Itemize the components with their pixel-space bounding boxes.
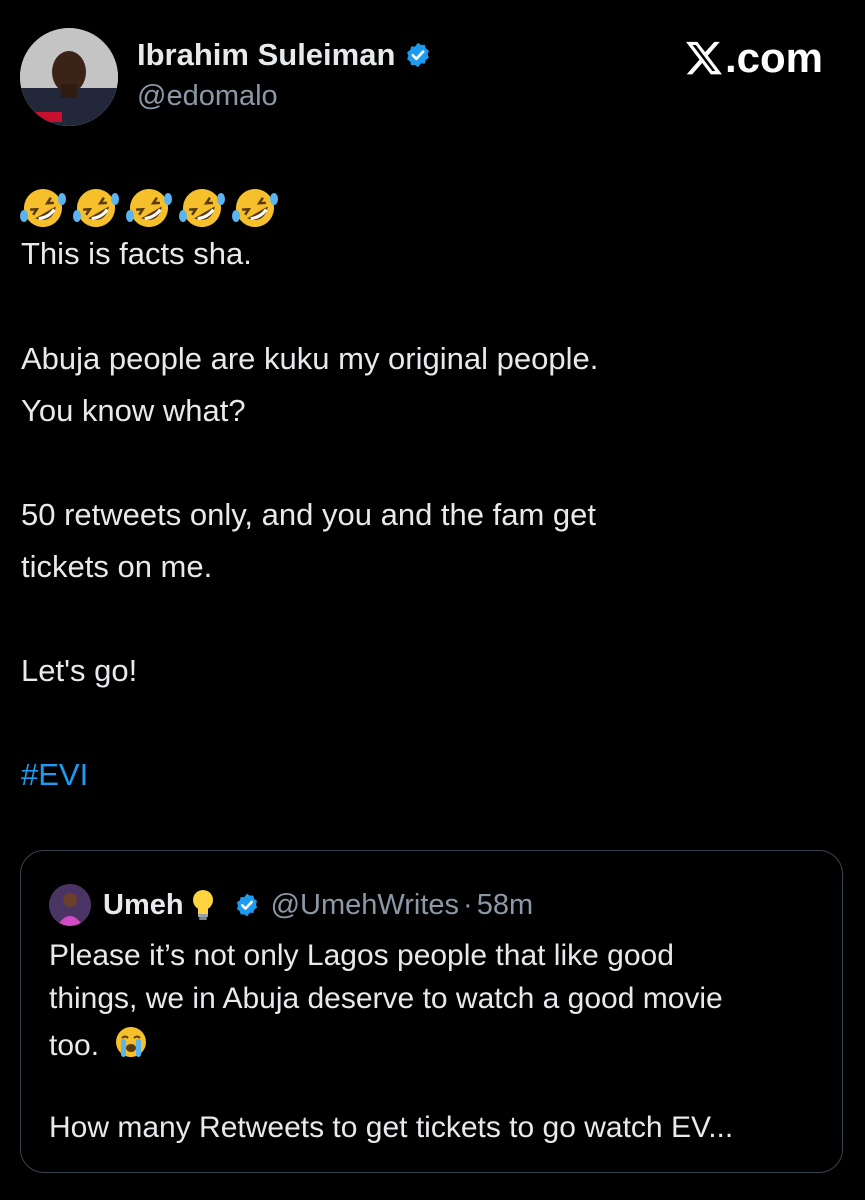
verified-badge-icon	[407, 42, 430, 68]
brand-label: .com	[724, 34, 823, 81]
author-name[interactable]: Ibrahim Suleiman	[137, 37, 432, 73]
quoted-author-handle[interactable]: @UmehWrites	[271, 889, 459, 922]
author-name-text: Ibrahim Suleiman	[137, 37, 396, 72]
rofl-emoji	[73, 189, 119, 227]
author-handle[interactable]: @edomalo	[137, 80, 278, 113]
quoted-timestamp[interactable]: 58m	[477, 889, 533, 922]
quoted-tweet-card[interactable]: Umeh @UmehWrites · 58m Please it’s not o…	[20, 850, 843, 1173]
tweet-text-line: 50 retweets only, and you and the fam ge…	[21, 497, 597, 532]
verified-badge-icon	[236, 893, 257, 917]
tweet-text-line: This is facts sha.	[21, 236, 252, 271]
quoted-text-line: too.	[49, 1029, 100, 1062]
avatar-photo	[49, 884, 91, 926]
lightbulb-emoji	[192, 890, 213, 920]
tweet-text-line: You know what?	[21, 393, 246, 428]
rofl-emoji	[126, 189, 172, 227]
author-avatar[interactable]	[20, 28, 118, 126]
quoted-author-avatar[interactable]	[49, 884, 91, 926]
tweet-text-line: Let's go!	[21, 653, 138, 688]
rofl-emoji	[232, 189, 278, 227]
x-logo-icon	[685, 41, 722, 75]
quoted-author-name[interactable]: Umeh	[103, 889, 184, 922]
hashtag-link[interactable]: #EVI	[21, 757, 88, 793]
rofl-emoji	[20, 189, 66, 227]
crying-face-emoji	[116, 1027, 147, 1057]
emoji-row	[18, 186, 280, 230]
meta-separator: ·	[463, 888, 473, 921]
avatar-photo	[20, 28, 118, 126]
quoted-tweet-header: Umeh @UmehWrites · 58m	[49, 884, 533, 926]
quoted-text-line: How many Retweets to get tickets to go w…	[49, 1111, 734, 1144]
tweet-text-line: Abuja people are kuku my original people…	[21, 341, 599, 376]
quoted-text-line: Please it’s not only Lagos people that l…	[49, 939, 674, 972]
x-brand: .com	[684, 34, 823, 82]
rofl-emoji	[179, 189, 225, 227]
quoted-text-line-with-emoji: too.	[49, 1025, 149, 1063]
quoted-text-line: things, we in Abuja deserve to watch a g…	[49, 982, 723, 1015]
tweet-text-line: tickets on me.	[21, 549, 213, 584]
